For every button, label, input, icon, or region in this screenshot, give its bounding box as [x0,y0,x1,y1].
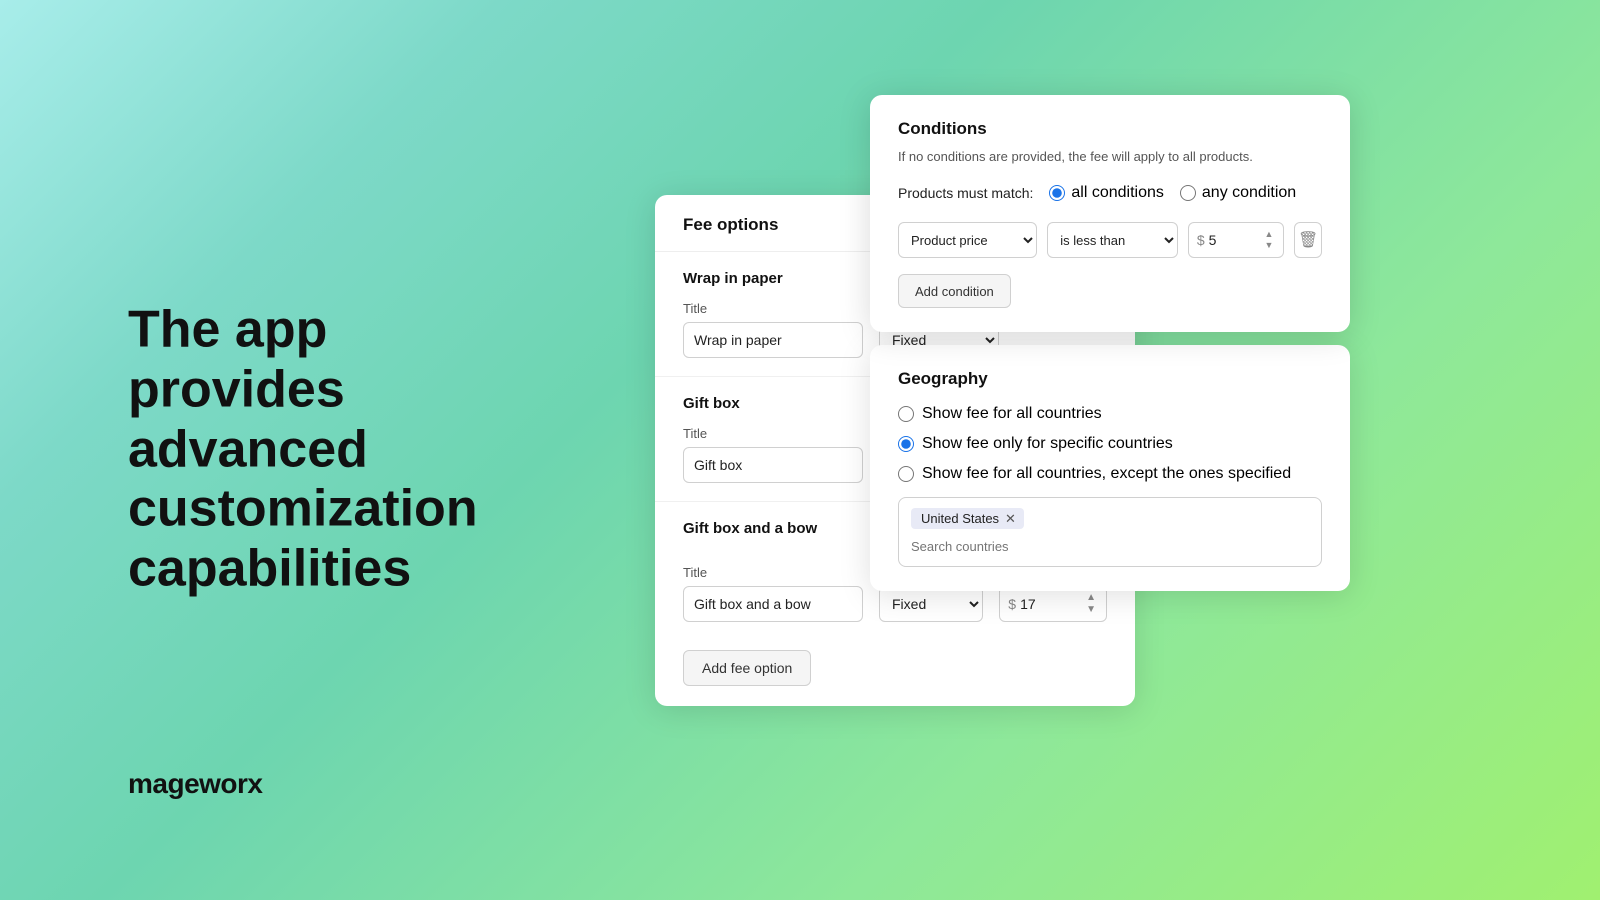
wrap-title-label: Title [683,301,863,316]
condition-value-input[interactable] [1209,232,1259,248]
match-any-label: any condition [1202,184,1296,202]
condition-operator-select[interactable]: is less than [1047,222,1178,258]
match-label: Products must match: [898,185,1033,201]
bow-title-input[interactable] [683,586,863,622]
wrap-title-input[interactable] [683,322,863,358]
match-all-option[interactable]: all conditions [1049,184,1164,202]
trash-icon: 🗑 [1298,230,1318,250]
condition-value-wrap: $ ▲ ▼ [1188,222,1285,258]
geography-title: Geography [898,369,1322,389]
geo-except-label: Show fee for all countries, except the o… [922,465,1291,483]
bow-title-label: Title [683,565,863,580]
geo-specific-radio[interactable] [898,436,914,452]
bow-value-wrap: $ ▲ ▼ [999,586,1107,622]
country-tag-remove[interactable]: ✕ [1005,512,1016,525]
geo-all-label: Show fee for all countries [922,405,1102,423]
condition-value-up[interactable]: ▲ [1262,229,1275,240]
geo-all-option[interactable]: Show fee for all countries [898,405,1322,423]
brand-logo: mageworx [128,768,263,800]
main-headline: The app provides advanced customization … [128,301,548,600]
search-countries-input[interactable] [911,539,1051,554]
match-row: Products must match: all conditions any … [898,184,1322,202]
conditions-title: Conditions [898,119,1322,139]
bow-value-down[interactable]: ▼ [1084,604,1098,616]
gift-box-title-input[interactable] [683,447,863,483]
geo-except-option[interactable]: Show fee for all countries, except the o… [898,465,1322,483]
add-fee-button[interactable]: Add fee option [683,650,811,686]
geo-specific-option[interactable]: Show fee only for specific countries [898,435,1322,453]
geo-except-radio[interactable] [898,466,914,482]
match-all-radio[interactable] [1049,185,1065,201]
country-tag-label: United States [921,511,999,526]
geo-all-radio[interactable] [898,406,914,422]
bow-pricetype-select[interactable]: Fixed [879,586,983,622]
add-condition-button[interactable]: Add condition [898,274,1011,308]
condition-row: Product price is less than $ ▲ ▼ 🗑 [898,222,1322,258]
geography-panel: Geography Show fee for all countries Sho… [870,345,1350,591]
bow-value-spinner: ▲ ▼ [1084,592,1098,616]
condition-field-select[interactable]: Product price [898,222,1037,258]
gift-box-title-label: Title [683,426,863,441]
country-tag-area[interactable]: United States ✕ [898,497,1322,567]
bow-currency-symbol: $ [1008,596,1016,612]
condition-value-down[interactable]: ▼ [1262,240,1275,251]
conditions-panel: Conditions If no conditions are provided… [870,95,1350,332]
country-tag-us: United States ✕ [911,508,1024,529]
condition-currency: $ [1197,232,1205,248]
gift-box-bow-name: Gift box and a bow [683,520,817,537]
conditions-description: If no conditions are provided, the fee w… [898,149,1322,164]
condition-delete-button[interactable]: 🗑 [1294,222,1322,258]
geo-specific-label: Show fee only for specific countries [922,435,1173,453]
left-content: The app provides advanced customization … [128,301,548,600]
match-any-option[interactable]: any condition [1180,184,1296,202]
bow-inputs-row: Fixed $ ▲ ▼ [683,586,1107,622]
bow-value-up[interactable]: ▲ [1084,592,1098,604]
match-all-label: all conditions [1071,184,1164,202]
condition-spinner: ▲ ▼ [1262,229,1275,251]
bow-value-input[interactable] [1020,596,1080,612]
match-any-radio[interactable] [1180,185,1196,201]
